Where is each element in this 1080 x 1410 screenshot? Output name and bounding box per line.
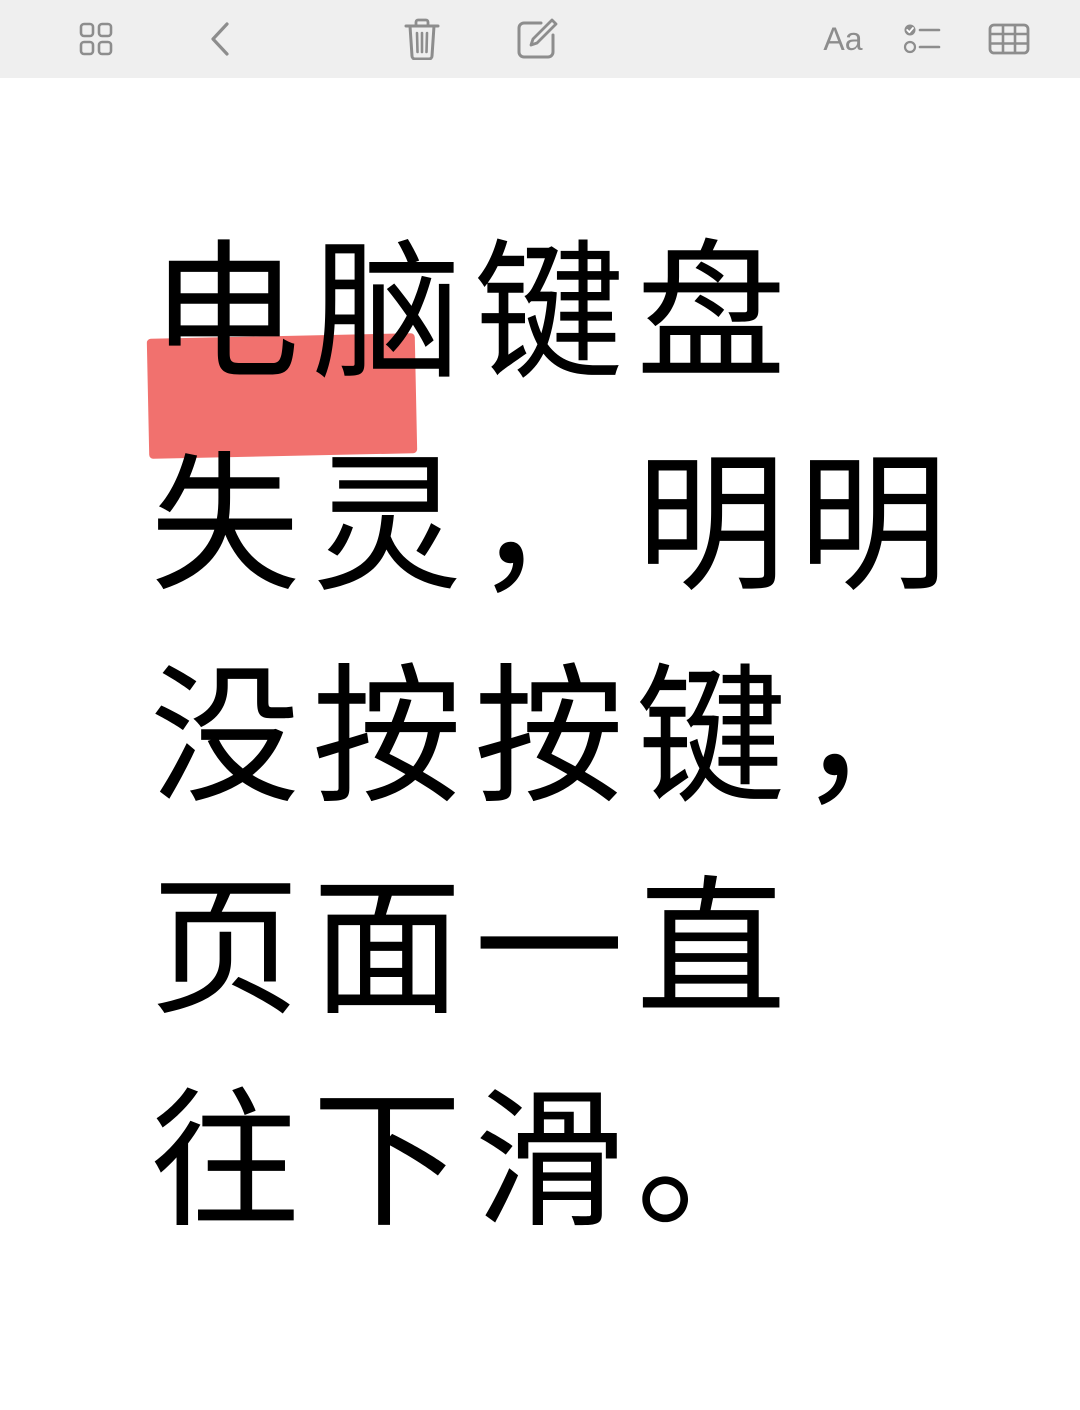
compose-icon: [515, 17, 559, 61]
note-content[interactable]: 电脑键盘 失灵，明明 没按按键， 页面一直 往下滑。: [150, 208, 1030, 1268]
table-button[interactable]: [986, 0, 1032, 78]
note-line: 失灵，明明: [150, 439, 961, 613]
new-note-button[interactable]: [512, 0, 562, 78]
gallery-grid-icon: [79, 22, 113, 56]
back-button[interactable]: [200, 0, 240, 78]
trash-icon: [404, 18, 440, 60]
delete-button[interactable]: [400, 0, 444, 78]
font-format-icon: Aa: [823, 21, 863, 57]
checklist-icon: [903, 23, 941, 55]
note-line: 电脑键盘: [150, 227, 799, 401]
note-line: 页面一直: [150, 863, 799, 1037]
format-button[interactable]: Aa: [815, 0, 871, 78]
back-chevron-icon: [208, 21, 232, 57]
note-line: 往下滑。: [150, 1075, 799, 1249]
table-icon: [988, 23, 1030, 55]
note-toolbar: Aa: [0, 0, 1080, 78]
note-line: 没按按键，: [150, 651, 961, 825]
gallery-view-button[interactable]: [72, 0, 120, 78]
checklist-button[interactable]: [900, 0, 944, 78]
